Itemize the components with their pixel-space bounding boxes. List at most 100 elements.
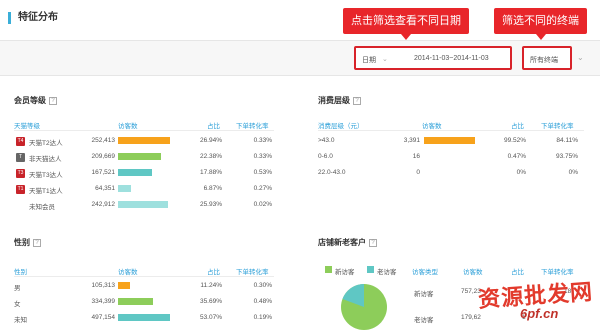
table-cell: 22.38% (199, 153, 222, 160)
col-header: 占比 (511, 269, 524, 276)
date-picker[interactable]: 日期 ⌄ 2014-11-03~2014-11-03 (354, 46, 512, 70)
terminal-value: 所有终端 (530, 57, 558, 64)
col-header: 访客类型 (412, 269, 438, 276)
col-header: 访客数 (118, 123, 138, 130)
table-cell: 242,912 (91, 201, 116, 208)
table-cell: 0.30% (253, 282, 272, 289)
col-header: 天猫等级 (14, 123, 40, 130)
col-header: 下单转化率 (541, 123, 574, 130)
table-cell: >43.0 (318, 137, 335, 144)
member-level-title: 会员等级? (14, 95, 57, 106)
table-cell: 0% (568, 169, 578, 176)
col-header: 下单转化率 (236, 123, 269, 130)
help-icon[interactable]: ? (49, 96, 57, 105)
table-cell: 0.27% (253, 185, 272, 192)
col-header: 下单转化率 (236, 269, 269, 276)
col-header: 占比 (511, 123, 524, 130)
tmall-badge-icon: T (16, 153, 25, 162)
tmall-badge-icon: T4 (16, 137, 25, 146)
col-header: 消费层级（元） (318, 123, 364, 130)
bar (424, 137, 475, 144)
date-value: 2014-11-03~2014-11-03 (414, 55, 489, 62)
bar (118, 153, 161, 160)
table-cell: 17.88% (199, 169, 222, 176)
table-cell: 天猫T3达人 (29, 172, 63, 179)
table-cell: 497,154 (91, 314, 116, 321)
help-icon[interactable]: ? (33, 238, 41, 247)
table-cell: 26.94% (199, 137, 222, 144)
table-cell: 16 (412, 153, 420, 160)
col-header: 占比 (207, 269, 220, 276)
col-header: 占比 (207, 123, 220, 130)
col-header: 性别 (14, 269, 27, 276)
table-cell: 未知会员 (29, 204, 55, 211)
member-level-title-text: 会员等级 (14, 96, 46, 105)
bar (118, 201, 168, 208)
date-callout: 点击筛选查看不同日期 (343, 8, 469, 40)
divider (318, 130, 584, 131)
bar (118, 314, 170, 321)
table-cell: 0.33% (253, 137, 272, 144)
table-cell: 0.48% (253, 298, 272, 305)
table-cell: 新访客 (414, 291, 434, 298)
spend-level-title: 消费层级? (318, 95, 361, 106)
tmall-badge-icon: T1 (16, 185, 25, 194)
bar (118, 137, 170, 144)
table-cell: 93.75% (555, 153, 578, 160)
table-cell: 非天猫达人 (29, 156, 62, 163)
new-old-title-text: 店铺新老客户 (318, 238, 366, 247)
table-cell: 11.24% (200, 282, 222, 289)
chevron-down-icon[interactable]: ⌄ (577, 53, 584, 62)
table-cell: 35.69% (199, 298, 222, 305)
table-cell: 84.11% (556, 137, 578, 144)
table-cell: 3,391 (403, 137, 420, 144)
date-label: 日期 (362, 57, 376, 64)
table-cell: 0.33% (253, 153, 272, 160)
table-cell: 25.93% (199, 201, 222, 208)
table-cell: 6.87% (203, 185, 222, 192)
watermark-url: 6pf.cn (520, 306, 559, 321)
table-cell: 0.53% (253, 169, 272, 176)
table-cell: 0-6.0 (318, 153, 333, 160)
bar (118, 169, 152, 176)
spend-level-title-text: 消费层级 (318, 96, 350, 105)
gender-title: 性别? (14, 237, 41, 248)
table-cell: 64,351 (95, 185, 115, 192)
legend-label: 老访客 (377, 269, 397, 276)
table-cell: 99.52% (503, 137, 526, 144)
gender-title-text: 性别 (14, 238, 30, 247)
terminal-callout: 筛选不同的终端 (494, 8, 587, 40)
help-icon[interactable]: ? (369, 238, 377, 247)
table-cell: 252,413 (91, 137, 116, 144)
col-header: 访客数 (422, 123, 442, 130)
tmall-badge-icon: T3 (16, 169, 25, 178)
bar (118, 185, 131, 192)
legend-swatch (325, 266, 332, 273)
table-cell: 209,669 (91, 153, 116, 160)
table-cell: 167,521 (91, 169, 116, 176)
table-cell: 天猫T2达人 (29, 140, 63, 147)
page-title: 特征分布 (8, 12, 58, 24)
new-old-title: 店铺新老客户? (318, 237, 377, 248)
table-cell: 22.0-43.0 (318, 169, 346, 176)
table-cell: 未知 (14, 317, 27, 324)
legend-label: 新访客 (335, 269, 355, 276)
table-cell: 179,62 (461, 314, 481, 321)
table-cell: 老访客 (414, 317, 434, 324)
bar (118, 282, 130, 289)
help-icon[interactable]: ? (353, 96, 361, 105)
table-cell: 男 (14, 285, 21, 292)
col-header: 访客数 (118, 269, 138, 276)
table-cell: 0.47% (507, 153, 526, 160)
new-old-pie (341, 284, 387, 330)
bar (118, 298, 153, 305)
col-header: 下单转化率 (541, 269, 574, 276)
table-cell: 0% (516, 169, 526, 176)
table-cell: 0 (416, 169, 420, 176)
terminal-select[interactable]: 所有终端 (522, 46, 572, 70)
table-cell: 334,399 (91, 298, 116, 305)
col-header: 访客数 (463, 269, 483, 276)
table-cell: 105,313 (91, 282, 116, 289)
legend-swatch (367, 266, 374, 273)
table-cell: 天猫T1达人 (29, 188, 63, 195)
